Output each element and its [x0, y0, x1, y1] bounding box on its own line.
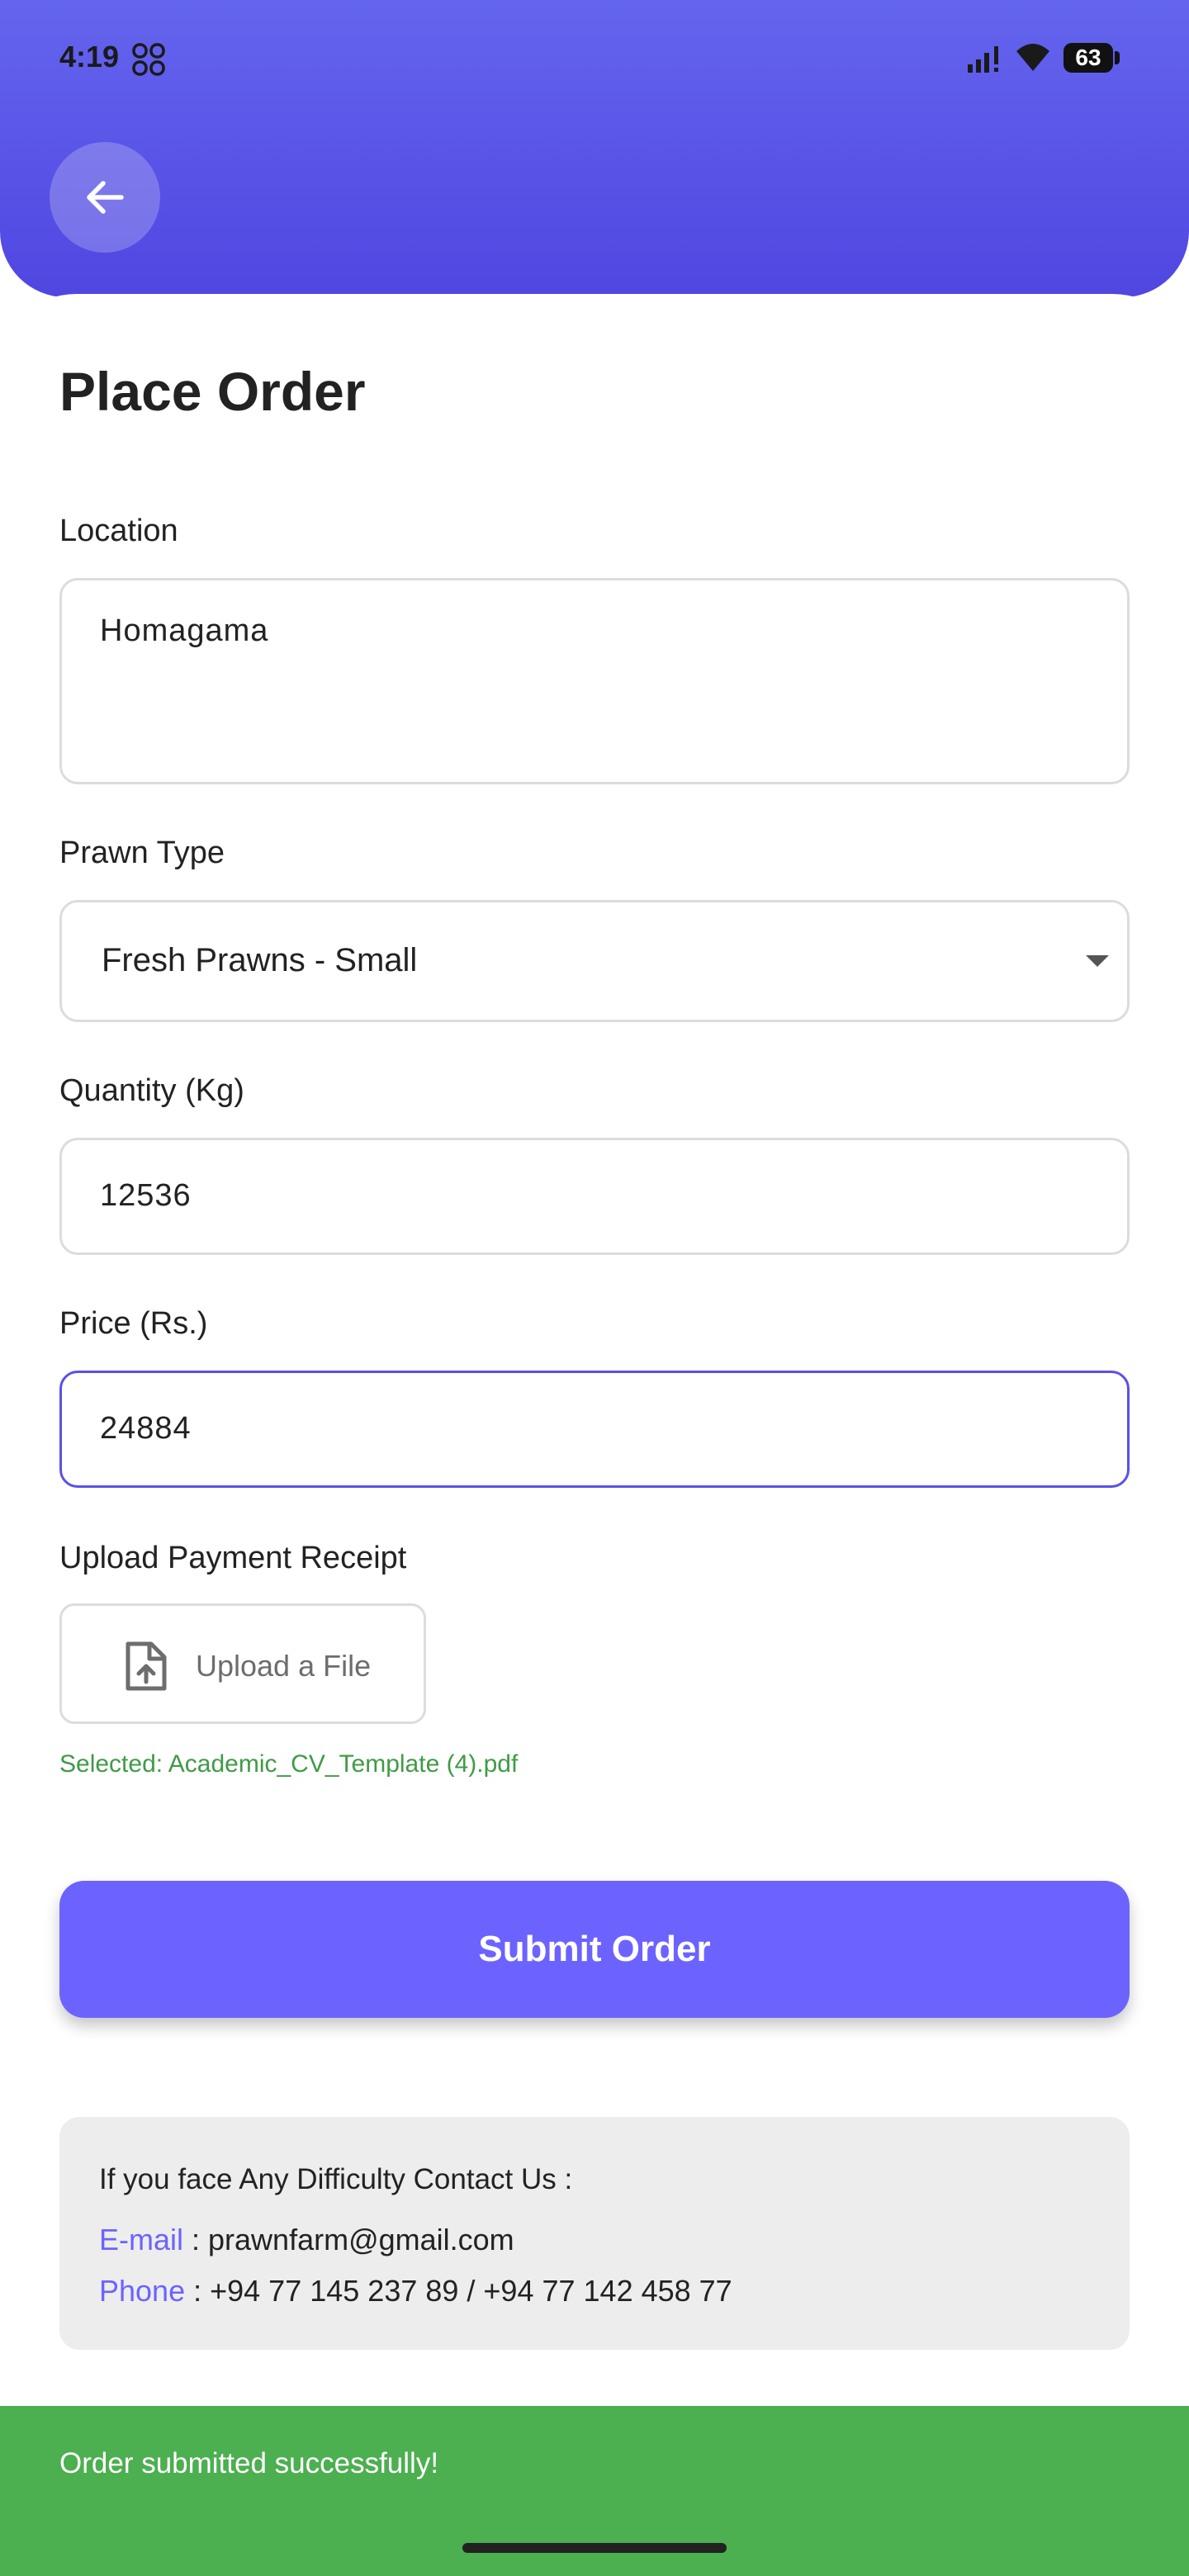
battery-icon: 63 [1063, 43, 1113, 73]
email-value[interactable]: : prawnfarm@gmail.com [183, 2223, 514, 2256]
location-field[interactable]: Homagama [59, 578, 1130, 784]
prawn-type-value: Fresh Prawns - Small [102, 942, 418, 978]
wifi-icon [1016, 44, 1049, 71]
contact-email-line: E-mail : prawnfarm@gmail.com [99, 2223, 514, 2257]
success-toast: Order submitted successfully! [0, 2406, 1189, 2576]
battery-level: 63 [1075, 45, 1101, 70]
phone-value[interactable]: : +94 77 145 237 89 / +94 77 142 458 77 [185, 2274, 732, 2308]
chevron-down-icon [1086, 955, 1109, 967]
submit-order-button[interactable]: Submit Order [59, 1881, 1130, 2018]
upload-label: Upload Payment Receipt [59, 1541, 407, 1575]
prawn-type-dropdown[interactable]: Fresh Prawns - Small [59, 900, 1130, 1022]
battery-tip [1115, 51, 1120, 64]
upload-button-label: Upload a File [196, 1649, 372, 1683]
contact-info-box: If you face Any Difficulty Contact Us : … [59, 2117, 1130, 2350]
toast-message: Order submitted successfully! [59, 2447, 439, 2479]
selected-file-text: Selected: Academic_CV_Template (4).pdf [59, 1750, 519, 1778]
file-upload-icon [126, 1641, 167, 1691]
price-field[interactable]: 24884 [59, 1371, 1130, 1488]
email-key: E-mail [99, 2223, 184, 2256]
quantity-label: Quantity (Kg) [59, 1073, 244, 1108]
status-time: 4:19 [59, 40, 120, 73]
quantity-field[interactable]: 12536 [59, 1138, 1130, 1255]
arrow-left-icon [87, 181, 124, 214]
back-button[interactable] [50, 142, 160, 253]
price-label: Price (Rs.) [59, 1306, 208, 1341]
phone-key: Phone [99, 2274, 186, 2308]
contact-title: If you face Any Difficulty Contact Us : [99, 2163, 573, 2195]
app-icon [132, 43, 165, 76]
submit-button-label: Submit Order [478, 1929, 711, 1969]
contact-phone-line: Phone : +94 77 145 237 89 / +94 77 142 4… [99, 2274, 732, 2308]
upload-file-button[interactable]: Upload a File [59, 1603, 426, 1724]
location-label: Location [59, 514, 178, 548]
prawn-type-label: Prawn Type [59, 836, 225, 870]
price-value: 24884 [100, 1411, 192, 1446]
signal-icon [968, 46, 998, 73]
status-bar: 4:19 63 [0, 0, 1189, 116]
page-title: Place Order [59, 361, 366, 422]
quantity-value: 12536 [100, 1178, 192, 1213]
location-value: Homagama [100, 613, 269, 648]
home-indicator[interactable] [462, 2543, 727, 2553]
